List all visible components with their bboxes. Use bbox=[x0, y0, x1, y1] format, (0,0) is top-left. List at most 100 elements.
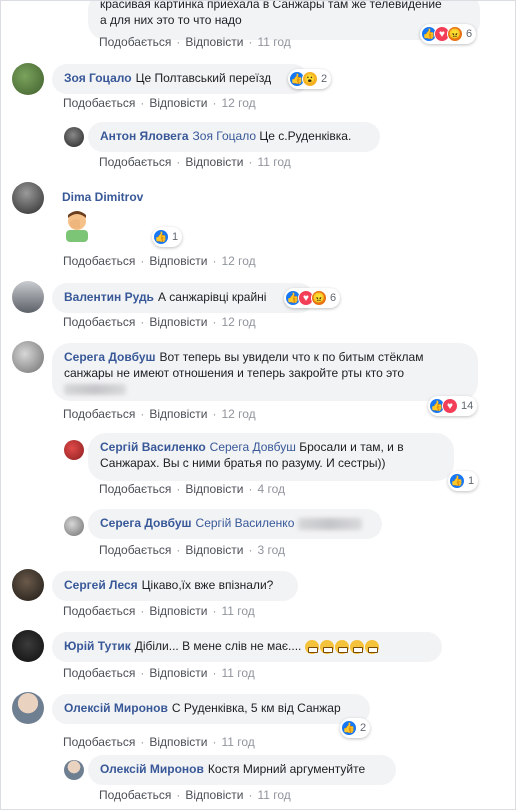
avatar[interactable] bbox=[12, 182, 44, 214]
avatar[interactable] bbox=[12, 630, 44, 662]
author-name[interactable]: Серега Довбуш bbox=[64, 350, 156, 364]
timestamp[interactable]: 3 год bbox=[257, 543, 285, 557]
reply-link[interactable]: Відповісти bbox=[185, 788, 243, 802]
comment-actions: Подобається · Відповісти · 11 год bbox=[63, 604, 255, 618]
author-name[interactable]: Олексій Миронов bbox=[100, 762, 204, 776]
timestamp[interactable]: 12 год bbox=[221, 96, 255, 110]
comment-actions: Подобається · Відповісти · 11 год bbox=[63, 735, 255, 749]
like-link[interactable]: Подобається bbox=[63, 315, 135, 329]
comment-bubble: Зоя Гоцало Це Полтавський переїзд bbox=[52, 64, 308, 94]
avatar[interactable] bbox=[12, 341, 44, 373]
comment-actions: Подобається · Відповісти · 12 год bbox=[63, 254, 256, 268]
author-name[interactable]: Серега Довбуш bbox=[100, 516, 192, 530]
reactions-badge[interactable]: 👍 1 bbox=[152, 227, 183, 247]
reactions-badge[interactable]: 👍 😮 2 bbox=[288, 69, 332, 89]
comment-actions: Подобається · Відповісти · 11 год bbox=[99, 155, 291, 169]
reaction-count: 6 bbox=[330, 292, 337, 304]
reactions-badge[interactable]: 👍 1 bbox=[448, 471, 479, 491]
comment-bubble: Олексій Миронов С Руденківка, 5 км від Са… bbox=[52, 694, 370, 724]
comment-text: Це с.Руденківка. bbox=[259, 129, 352, 143]
author-name[interactable]: Сергей Леся bbox=[64, 578, 138, 592]
author-name[interactable]: Зоя Гоцало bbox=[64, 71, 132, 85]
comment-actions: Подобається · Відповісти · 12 год bbox=[63, 315, 256, 329]
comment-text: Це Полтавський переїзд bbox=[135, 71, 272, 85]
reply-link[interactable]: Відповісти bbox=[149, 604, 207, 618]
author-name[interactable]: Сергій Василенко bbox=[100, 440, 206, 454]
reply-link[interactable]: Відповісти bbox=[185, 35, 243, 49]
reply-link[interactable]: Відповісти bbox=[185, 155, 243, 169]
reactions-badge[interactable]: 👍 ♥ 😠 6 bbox=[284, 288, 341, 308]
timestamp[interactable]: 11 год bbox=[257, 155, 290, 169]
avatar[interactable] bbox=[12, 63, 44, 95]
like-link[interactable]: Подобається bbox=[99, 788, 171, 802]
timestamp[interactable]: 4 год bbox=[257, 482, 285, 496]
avatar[interactable] bbox=[64, 127, 84, 147]
comment-actions: Подобається · Відповісти · 11 год bbox=[99, 35, 291, 49]
comment-text-line2: санжары не имеют отношения и теперь закр… bbox=[64, 366, 404, 380]
avatar[interactable] bbox=[64, 516, 84, 536]
like-link[interactable]: Подобається bbox=[63, 96, 135, 110]
timestamp[interactable]: 11 год bbox=[221, 604, 254, 618]
author-name[interactable]: Юрій Тутик bbox=[64, 639, 131, 653]
timestamp[interactable]: 11 год bbox=[257, 35, 290, 49]
comment-bubble: Олексій Миронов Костя Мирний аргументуйте bbox=[88, 755, 396, 785]
like-icon: 👍 bbox=[341, 720, 357, 736]
grimacing-icon bbox=[319, 639, 334, 654]
reactions-badge[interactable]: 👍 ♥ 😠 6 bbox=[420, 24, 477, 44]
face-palm-emoji bbox=[62, 210, 92, 242]
timestamp[interactable]: 12 год bbox=[221, 315, 255, 329]
comment-text-line2: а для них это то что надо bbox=[100, 13, 242, 27]
like-link[interactable]: Подобається bbox=[63, 254, 135, 268]
reply-link[interactable]: Відповісти bbox=[149, 407, 207, 421]
reply-link[interactable]: Відповісти bbox=[149, 96, 207, 110]
like-link[interactable]: Подобається bbox=[63, 735, 135, 749]
reply-link[interactable]: Відповісти bbox=[149, 666, 207, 680]
avatar[interactable] bbox=[12, 281, 44, 313]
mention-link[interactable]: Серега Довбуш bbox=[210, 440, 296, 454]
comment-actions: Подобається · Відповісти · 4 год bbox=[99, 482, 285, 496]
mention-link[interactable]: Сергій Василенко bbox=[196, 516, 295, 530]
like-icon: 👍 bbox=[153, 229, 169, 245]
reply-link[interactable]: Відповісти bbox=[149, 735, 207, 749]
mention-link[interactable]: Зоя Гоцало bbox=[193, 129, 256, 143]
angry-icon: 😠 bbox=[311, 290, 327, 306]
like-link[interactable]: Подобається bbox=[99, 35, 171, 49]
comment-text-line1: Бросали и там, и в bbox=[299, 440, 404, 454]
reactions-badge[interactable]: 👍 2 bbox=[340, 718, 371, 738]
timestamp[interactable]: 11 год bbox=[221, 735, 254, 749]
like-link[interactable]: Подобається bbox=[63, 407, 135, 421]
grimacing-emoji-group bbox=[304, 639, 380, 654]
timestamp[interactable]: 12 год bbox=[221, 407, 255, 421]
like-icon: 👍 bbox=[449, 473, 465, 489]
reply-link[interactable]: Відповісти bbox=[149, 315, 207, 329]
comment-actions: Подобається · Відповісти · 11 год bbox=[99, 788, 291, 802]
reply-link[interactable]: Відповісти bbox=[185, 482, 243, 496]
comment-text: Цікаво,їх вже впізнали? bbox=[141, 578, 274, 592]
comment-bubble: Серега Довбуш Сергій Василенко bbox=[88, 509, 382, 539]
like-link[interactable]: Подобається bbox=[99, 543, 171, 557]
wow-icon: 😮 bbox=[302, 71, 318, 87]
reply-link[interactable]: Відповісти bbox=[185, 543, 243, 557]
reaction-count: 1 bbox=[172, 231, 179, 243]
timestamp[interactable]: 11 год bbox=[257, 788, 290, 802]
grimacing-icon bbox=[364, 639, 379, 654]
like-link[interactable]: Подобається bbox=[99, 155, 171, 169]
reply-link[interactable]: Відповісти bbox=[149, 254, 207, 268]
like-link[interactable]: Подобається bbox=[63, 604, 135, 618]
author-name[interactable]: Антон Яловега bbox=[100, 129, 189, 143]
avatar[interactable] bbox=[12, 569, 44, 601]
grimacing-icon bbox=[349, 639, 364, 654]
timestamp[interactable]: 11 год bbox=[221, 666, 254, 680]
reactions-badge[interactable]: 👍 ♥ 14 bbox=[428, 396, 478, 416]
timestamp[interactable]: 12 год bbox=[221, 254, 255, 268]
author-name[interactable]: Dima Dimitrov bbox=[62, 190, 143, 204]
like-link[interactable]: Подобається bbox=[99, 482, 171, 496]
author-name[interactable]: Валентин Рудь bbox=[64, 290, 154, 304]
comment-bubble: Юрій Тутик Дібіли... В мене слів не має..… bbox=[52, 632, 442, 662]
comment-bubble: Серега Довбуш Вот теперь вы увидели что к… bbox=[52, 343, 478, 401]
avatar[interactable] bbox=[12, 692, 44, 724]
avatar[interactable] bbox=[64, 440, 84, 460]
avatar[interactable] bbox=[64, 760, 84, 780]
author-name[interactable]: Олексій Миронов bbox=[64, 701, 168, 715]
like-link[interactable]: Подобається bbox=[63, 666, 135, 680]
